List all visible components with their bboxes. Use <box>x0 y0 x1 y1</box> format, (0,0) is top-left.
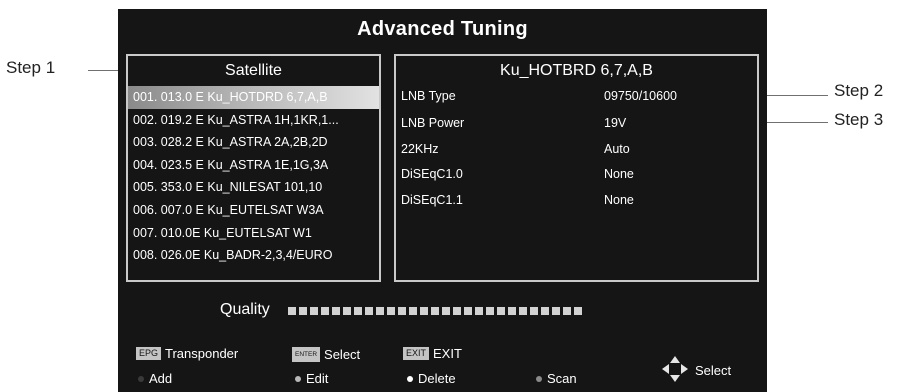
satellite-list: 001. 013.0 E Ku_HOTDRD 6,7,A,B 002. 019.… <box>128 86 379 267</box>
step-1-label: Step 1 <box>6 58 56 77</box>
scan-action-label: Scan <box>547 371 577 386</box>
quality-segment <box>398 307 406 315</box>
lnb-power-label: LNB Power <box>401 116 465 130</box>
tv-screen: Advanced Tuning Satellite 001. 013.0 E K… <box>118 9 767 392</box>
22khz-label: 22KHz <box>401 142 439 156</box>
quality-segment <box>530 307 538 315</box>
diseqc10-value[interactable]: None <box>604 167 634 181</box>
delete-action[interactable]: Delete <box>407 371 456 386</box>
quality-segment <box>420 307 428 315</box>
quality-segment <box>541 307 549 315</box>
satellite-item-007[interactable]: 007. 010.0E Ku_EUTELSAT W1 <box>128 222 379 245</box>
22khz-value[interactable]: Auto <box>604 142 630 156</box>
quality-segment <box>574 307 582 315</box>
quality-segment <box>464 307 472 315</box>
quality-segment <box>486 307 494 315</box>
quality-segment <box>552 307 560 315</box>
quality-segment <box>442 307 450 315</box>
exit-hint[interactable]: EXIT EXIT <box>403 346 462 361</box>
quality-segment <box>387 307 395 315</box>
diseqc10-label: DiSEqC1.0 <box>401 167 463 181</box>
lnb-type-value[interactable]: 09750/10600 <box>604 89 677 103</box>
quality-segment <box>343 307 351 315</box>
satellite-item-004[interactable]: 004. 023.5 E Ku_ASTRA 1E,1G,3A <box>128 154 379 177</box>
exit-key-icon: EXIT <box>403 347 430 360</box>
satellite-item-005[interactable]: 005. 353.0 E Ku_NILESAT 101,10 <box>128 176 379 199</box>
add-dot-icon <box>138 375 144 382</box>
quality-segment <box>310 307 318 315</box>
edit-dot-icon <box>295 375 301 382</box>
enter-select-hint[interactable]: ENTER Select <box>292 347 360 362</box>
scan-action[interactable]: Scan <box>536 371 577 386</box>
epg-key-label: Transponder <box>165 346 239 361</box>
epg-key-icon: EPG <box>136 347 162 360</box>
delete-action-label: Delete <box>418 371 456 386</box>
quality-segment <box>475 307 483 315</box>
edit-action[interactable]: Edit <box>295 371 328 386</box>
enter-key-label: Select <box>324 347 361 362</box>
quality-meter <box>288 307 582 315</box>
quality-segment <box>431 307 439 315</box>
quality-segment <box>376 307 384 315</box>
satellite-info-panel: Ku_HOTBRD 6,7,A,B LNB Type 09750/10600 L… <box>394 54 759 282</box>
quality-segment <box>519 307 527 315</box>
quality-segment <box>299 307 307 315</box>
quality-segment <box>563 307 571 315</box>
quality-segment <box>288 307 296 315</box>
satellite-panel: Satellite 001. 013.0 E Ku_HOTDRD 6,7,A,B… <box>126 54 381 282</box>
edit-action-label: Edit <box>306 371 329 386</box>
info-panel-title: Ku_HOTBRD 6,7,A,B <box>500 62 653 79</box>
satellite-item-002[interactable]: 002. 019.2 E Ku_ASTRA 1H,1KR,1... <box>128 109 379 132</box>
add-action-label: Add <box>149 371 173 386</box>
quality-segment <box>354 307 362 315</box>
satellite-panel-title: Satellite <box>225 62 282 79</box>
page-title: Advanced Tuning <box>357 18 528 40</box>
step-3-label: Step 3 <box>834 110 884 129</box>
quality-segment <box>321 307 329 315</box>
epg-transponder-hint[interactable]: EPG Transponder <box>136 346 238 361</box>
dpad-icon <box>662 356 688 382</box>
enter-key-icon: ENTER <box>292 347 321 362</box>
quality-segment <box>365 307 373 315</box>
diseqc11-value[interactable]: None <box>604 193 634 207</box>
quality-segment <box>332 307 340 315</box>
quality-segment <box>453 307 461 315</box>
satellite-item-008[interactable]: 008. 026.0E Ku_BADR-2,3,4/EURO <box>128 244 379 267</box>
delete-dot-icon <box>407 375 413 382</box>
scan-dot-icon <box>536 375 542 382</box>
quality-segment <box>409 307 417 315</box>
satellite-item-006[interactable]: 006. 007.0 E Ku_EUTELSAT W3A <box>128 199 379 222</box>
lnb-power-value[interactable]: 19V <box>604 116 626 130</box>
quality-segment <box>508 307 516 315</box>
satellite-item-001[interactable]: 001. 013.0 E Ku_HOTDRD 6,7,A,B <box>128 86 379 109</box>
lnb-type-label: LNB Type <box>401 89 456 103</box>
quality-segment <box>497 307 505 315</box>
nav-select-label: Select <box>695 363 732 378</box>
satellite-item-003[interactable]: 003. 028.2 E Ku_ASTRA 2A,2B,2D <box>128 131 379 154</box>
exit-key-label: EXIT <box>433 346 462 361</box>
step-2-label: Step 2 <box>834 81 884 100</box>
quality-label: Quality <box>220 301 270 318</box>
diseqc11-label: DiSEqC1.1 <box>401 193 463 207</box>
add-action[interactable]: Add <box>138 371 172 386</box>
